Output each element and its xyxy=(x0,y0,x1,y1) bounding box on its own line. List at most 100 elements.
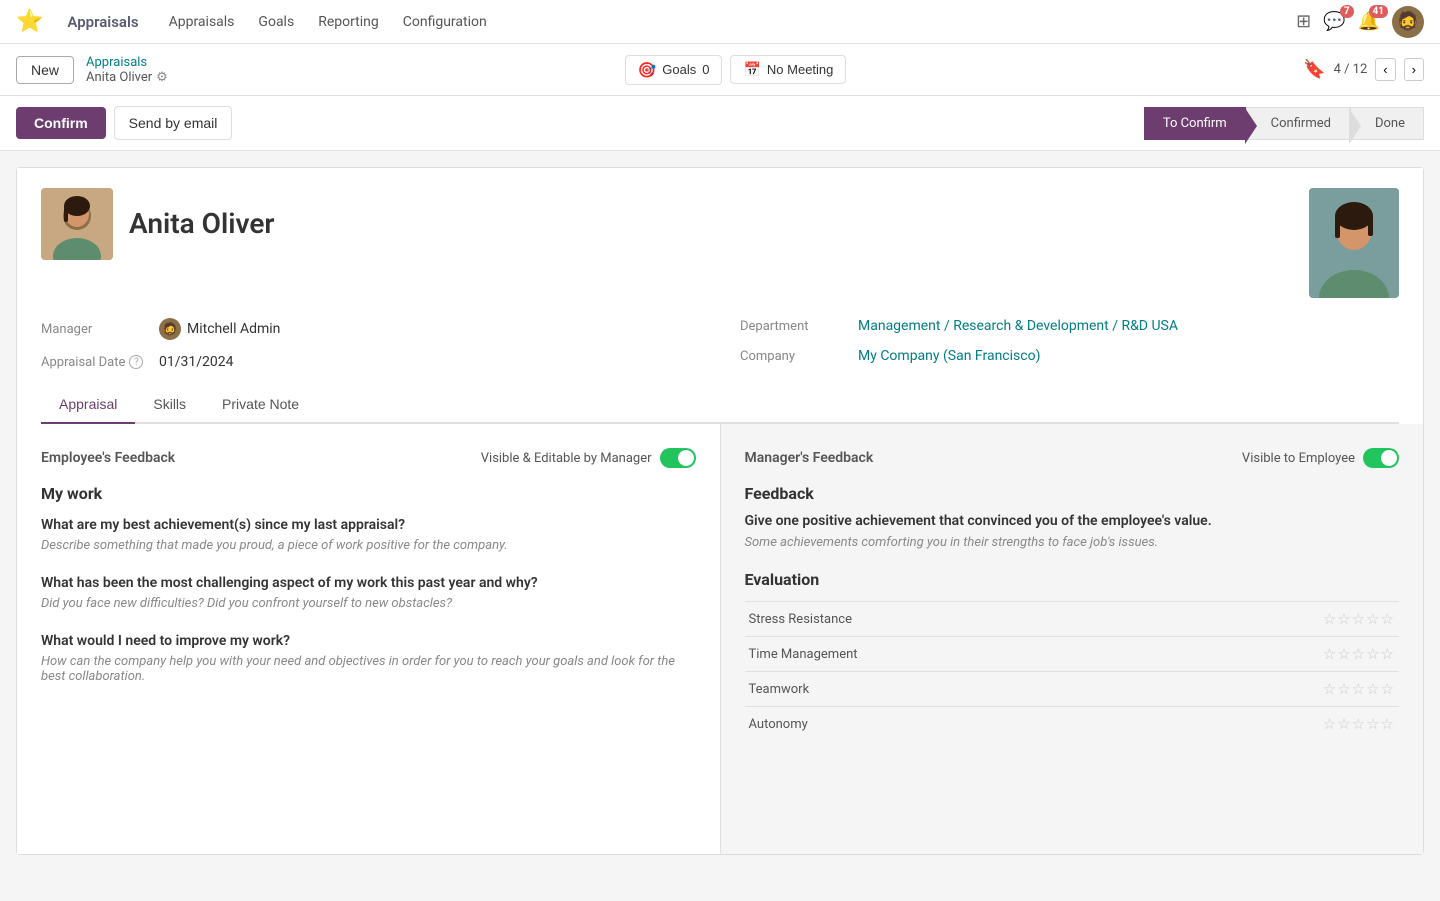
eval-criteria-autonomy: Autonomy xyxy=(745,707,1133,742)
tab-appraisal[interactable]: Appraisal xyxy=(41,386,135,424)
activity-icon[interactable]: 🔔 41 xyxy=(1358,11,1380,32)
right-fields: Department Management / Research & Devel… xyxy=(740,318,1399,370)
feedback-heading: Feedback xyxy=(745,484,1400,503)
bookmark-icon[interactable]: 🔖 xyxy=(1303,59,1325,80)
manager-panel-header: Manager's Feedback Visible to Employee xyxy=(745,448,1400,468)
activity-badge: 41 xyxy=(1369,5,1388,18)
department-value[interactable]: Management / Research & Development / R&… xyxy=(858,318,1178,334)
confirm-button[interactable]: Confirm xyxy=(16,107,106,139)
breadcrumb-current: Anita Oliver ⚙ xyxy=(86,70,168,85)
breadcrumb-parent[interactable]: Appraisals xyxy=(86,55,168,70)
question-3-title: What would I need to improve my work? xyxy=(41,633,696,649)
company-value[interactable]: My Company (San Francisco) xyxy=(858,348,1040,364)
stars-autonomy[interactable]: ☆☆☆☆☆ xyxy=(1323,715,1395,733)
user-avatar[interactable]: 🧔 xyxy=(1392,6,1424,38)
toolbar-right: 🔖 4 / 12 ‹ › xyxy=(1303,58,1424,81)
eval-row-time: Time Management ☆☆☆☆☆ xyxy=(745,637,1400,672)
evaluation-title: Evaluation xyxy=(745,570,1400,589)
employee-name: Anita Oliver xyxy=(129,188,275,260)
eval-stars-autonomy[interactable]: ☆☆☆☆☆ xyxy=(1133,707,1399,742)
question-2-title: What has been the most challenging aspec… xyxy=(41,575,696,591)
help-icon[interactable]: ? xyxy=(129,355,143,369)
company-field: Company My Company (San Francisco) xyxy=(740,348,1399,364)
evaluation-table: Stress Resistance ☆☆☆☆☆ Time Management … xyxy=(745,601,1400,741)
stars-teamwork[interactable]: ☆☆☆☆☆ xyxy=(1323,680,1395,698)
grid-icon[interactable]: ⊞ xyxy=(1296,11,1311,32)
left-fields: Manager 🧔 Mitchell Admin Appraisal Date … xyxy=(41,318,700,370)
question-1-hint: Describe something that made you proud, … xyxy=(41,538,696,553)
company-label: Company xyxy=(740,349,850,364)
new-button[interactable]: New xyxy=(16,56,74,84)
feedback-question: Give one positive achievement that convi… xyxy=(745,513,1400,529)
next-record-button[interactable]: › xyxy=(1404,58,1424,81)
stars-stress[interactable]: ☆☆☆☆☆ xyxy=(1323,610,1395,628)
question-2: What has been the most challenging aspec… xyxy=(41,575,696,611)
tabs-container: Appraisal Skills Private Note xyxy=(17,386,1423,424)
status-done[interactable]: Done xyxy=(1350,107,1424,140)
question-3-hint: How can the company help you with your n… xyxy=(41,654,696,684)
stars-time[interactable]: ☆☆☆☆☆ xyxy=(1323,645,1395,663)
eval-stars-stress[interactable]: ☆☆☆☆☆ xyxy=(1133,602,1399,637)
question-1-title: What are my best achievement(s) since my… xyxy=(41,517,696,533)
eval-row-autonomy: Autonomy ☆☆☆☆☆ xyxy=(745,707,1400,742)
employee-feedback-panel: Employee's Feedback Visible & Editable b… xyxy=(17,424,721,854)
manager-avatar-icon: 🧔 xyxy=(159,318,181,340)
main-content: Anita Oliver Manager xyxy=(0,151,1440,901)
employee-toggle-group: Visible & Editable by Manager xyxy=(481,448,696,468)
eval-row-stress: Stress Resistance ☆☆☆☆☆ xyxy=(745,602,1400,637)
question-1: What are my best achievement(s) since my… xyxy=(41,517,696,553)
meeting-button[interactable]: 📅 No Meeting xyxy=(730,55,846,84)
employee-panel-title: Employee's Feedback xyxy=(41,450,175,466)
tab-private-note[interactable]: Private Note xyxy=(204,386,317,424)
app-logo-icon: ⭐ xyxy=(16,9,43,34)
evaluation-section: Evaluation Stress Resistance ☆☆☆☆☆ Time … xyxy=(745,570,1400,741)
question-2-hint: Did you face new difficulties? Did you c… xyxy=(41,596,696,611)
record-navigation: 4 / 12 xyxy=(1334,62,1368,77)
nav-configuration[interactable]: Configuration xyxy=(401,10,489,34)
send-email-button[interactable]: Send by email xyxy=(114,106,233,140)
status-to-confirm[interactable]: To Confirm xyxy=(1144,107,1246,140)
eval-stars-time[interactable]: ☆☆☆☆☆ xyxy=(1133,637,1399,672)
app-name: Appraisals xyxy=(67,13,138,31)
action-bar: Confirm Send by email To Confirm Confirm… xyxy=(0,96,1440,151)
tab-content: Employee's Feedback Visible & Editable b… xyxy=(17,424,1423,854)
eval-criteria-teamwork: Teamwork xyxy=(745,672,1133,707)
employee-header: Anita Oliver xyxy=(17,168,1423,318)
breadcrumb: Appraisals Anita Oliver ⚙ xyxy=(86,55,168,85)
prev-record-button[interactable]: ‹ xyxy=(1375,58,1395,81)
appraisal-date-value: 01/31/2024 xyxy=(159,354,234,370)
manager-visibility-toggle[interactable] xyxy=(1363,448,1399,468)
appraisal-date-label: Appraisal Date ? xyxy=(41,355,151,370)
eval-row-teamwork: Teamwork ☆☆☆☆☆ xyxy=(745,672,1400,707)
record-card: Anita Oliver Manager xyxy=(16,167,1424,855)
settings-icon[interactable]: ⚙ xyxy=(156,70,168,85)
tab-skills[interactable]: Skills xyxy=(135,386,204,424)
sub-header: New Appraisals Anita Oliver ⚙ 🎯 Goals 0 … xyxy=(0,44,1440,96)
department-field: Department Management / Research & Devel… xyxy=(740,318,1399,334)
eval-criteria-stress: Stress Resistance xyxy=(745,602,1133,637)
employee-panel-header: Employee's Feedback Visible & Editable b… xyxy=(41,448,696,468)
toolbar-center: 🎯 Goals 0 📅 No Meeting xyxy=(625,55,847,85)
department-label: Department xyxy=(740,319,850,334)
appraisal-date-field: Appraisal Date ? 01/31/2024 xyxy=(41,354,700,370)
nav-reporting[interactable]: Reporting xyxy=(316,10,381,34)
nav-appraisals[interactable]: Appraisals xyxy=(167,10,237,34)
nav-goals[interactable]: Goals xyxy=(256,10,296,34)
manager-field: Manager 🧔 Mitchell Admin xyxy=(41,318,700,340)
status-bar: To Confirm Confirmed Done xyxy=(1144,107,1424,140)
chat-badge: 7 xyxy=(1340,5,1354,18)
chat-icon[interactable]: 💬 7 xyxy=(1323,11,1345,32)
my-work-heading: My work xyxy=(41,484,696,503)
employee-visibility-toggle[interactable] xyxy=(660,448,696,468)
goals-button[interactable]: 🎯 Goals 0 xyxy=(625,55,723,85)
feedback-hint: Some achievements comforting you in thei… xyxy=(745,535,1400,550)
eval-criteria-time: Time Management xyxy=(745,637,1133,672)
tabs: Appraisal Skills Private Note xyxy=(41,386,1399,424)
employee-fields: Manager 🧔 Mitchell Admin Appraisal Date … xyxy=(17,318,1423,386)
eval-stars-teamwork[interactable]: ☆☆☆☆☆ xyxy=(1133,672,1399,707)
manager-value: 🧔 Mitchell Admin xyxy=(159,318,280,340)
calendar-icon: 📅 xyxy=(743,61,760,78)
status-confirmed[interactable]: Confirmed xyxy=(1246,107,1350,140)
employee-avatar xyxy=(41,188,113,260)
manager-label: Manager xyxy=(41,322,151,337)
